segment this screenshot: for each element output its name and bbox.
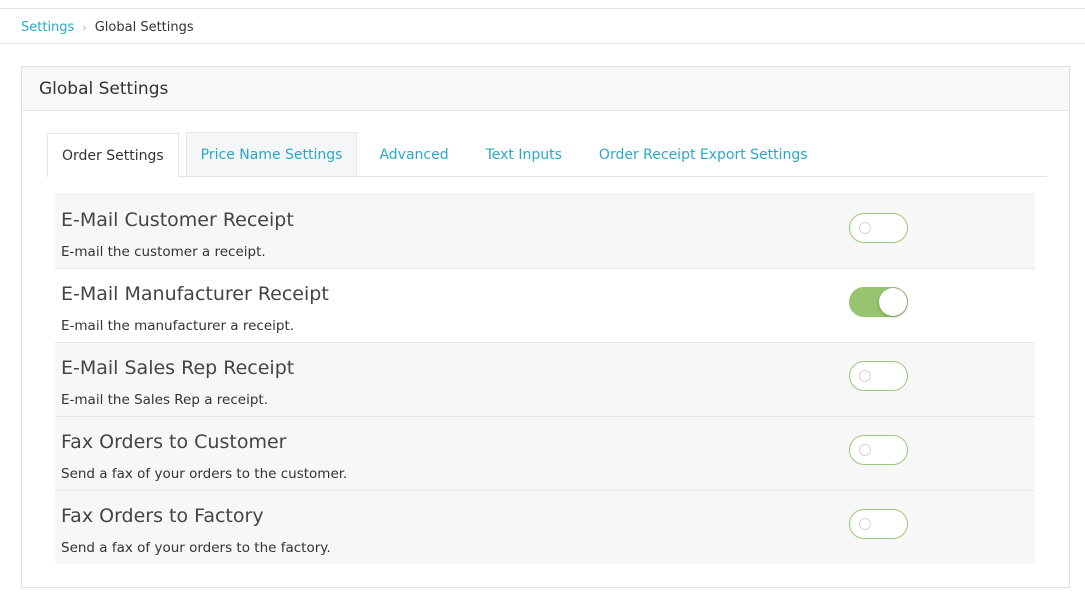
breadcrumb-divider (0, 43, 1085, 44)
toggle-knob (859, 222, 871, 234)
setting-description: E-mail the customer a receipt. (61, 244, 266, 260)
setting-description: Send a fax of your orders to the factory… (61, 540, 331, 556)
settings-tabs: Order Settings Price Name Settings Advan… (47, 132, 1047, 177)
setting-row-email-sales-rep-receipt: E-Mail Sales Rep Receipt E-mail the Sale… (55, 342, 1035, 416)
setting-row-email-manufacturer-receipt: E-Mail Manufacturer Receipt E-mail the m… (55, 268, 1035, 342)
setting-title: E-Mail Sales Rep Receipt (61, 357, 295, 379)
fax-orders-to-factory-toggle[interactable] (849, 509, 908, 539)
toggle-knob (859, 370, 871, 382)
email-customer-receipt-toggle[interactable] (849, 213, 908, 243)
breadcrumb-settings-link[interactable]: Settings (21, 20, 74, 35)
tab-text-inputs[interactable]: Text Inputs (471, 132, 577, 176)
setting-description: E-mail the manufacturer a receipt. (61, 318, 295, 334)
setting-title: E-Mail Manufacturer Receipt (61, 283, 329, 305)
toggle-knob (879, 288, 907, 316)
breadcrumb: Settings › Global Settings (21, 17, 194, 37)
panel-title: Global Settings (39, 78, 169, 99)
panel-header: Global Settings (22, 67, 1069, 111)
setting-description: Send a fax of your orders to the custome… (61, 466, 348, 482)
tab-advanced[interactable]: Advanced (364, 132, 463, 176)
tab-price-name-settings[interactable]: Price Name Settings (185, 132, 358, 176)
tab-order-receipt-export-settings[interactable]: Order Receipt Export Settings (584, 132, 823, 176)
setting-title: Fax Orders to Factory (61, 505, 264, 527)
email-manufacturer-receipt-toggle[interactable] (849, 287, 908, 317)
toggle-knob (859, 444, 871, 456)
fax-orders-to-customer-toggle[interactable] (849, 435, 908, 465)
email-sales-rep-receipt-toggle[interactable] (849, 361, 908, 391)
setting-title: Fax Orders to Customer (61, 431, 287, 453)
setting-row-fax-orders-to-factory: Fax Orders to Factory Send a fax of your… (55, 490, 1035, 564)
global-settings-panel: Global Settings Order Settings Price Nam… (21, 66, 1070, 588)
top-divider (0, 8, 1085, 9)
settings-list: E-Mail Customer Receipt E-mail the custo… (55, 194, 1035, 564)
breadcrumb-current: Global Settings (94, 19, 194, 35)
setting-row-fax-orders-to-customer: Fax Orders to Customer Send a fax of you… (55, 416, 1035, 490)
setting-row-email-customer-receipt: E-Mail Customer Receipt E-mail the custo… (55, 194, 1035, 268)
toggle-knob (859, 518, 871, 530)
breadcrumb-separator-icon: › (82, 20, 87, 34)
tab-order-settings[interactable]: Order Settings (47, 133, 179, 177)
setting-title: E-Mail Customer Receipt (61, 209, 294, 231)
setting-description: E-mail the Sales Rep a receipt. (61, 392, 268, 408)
